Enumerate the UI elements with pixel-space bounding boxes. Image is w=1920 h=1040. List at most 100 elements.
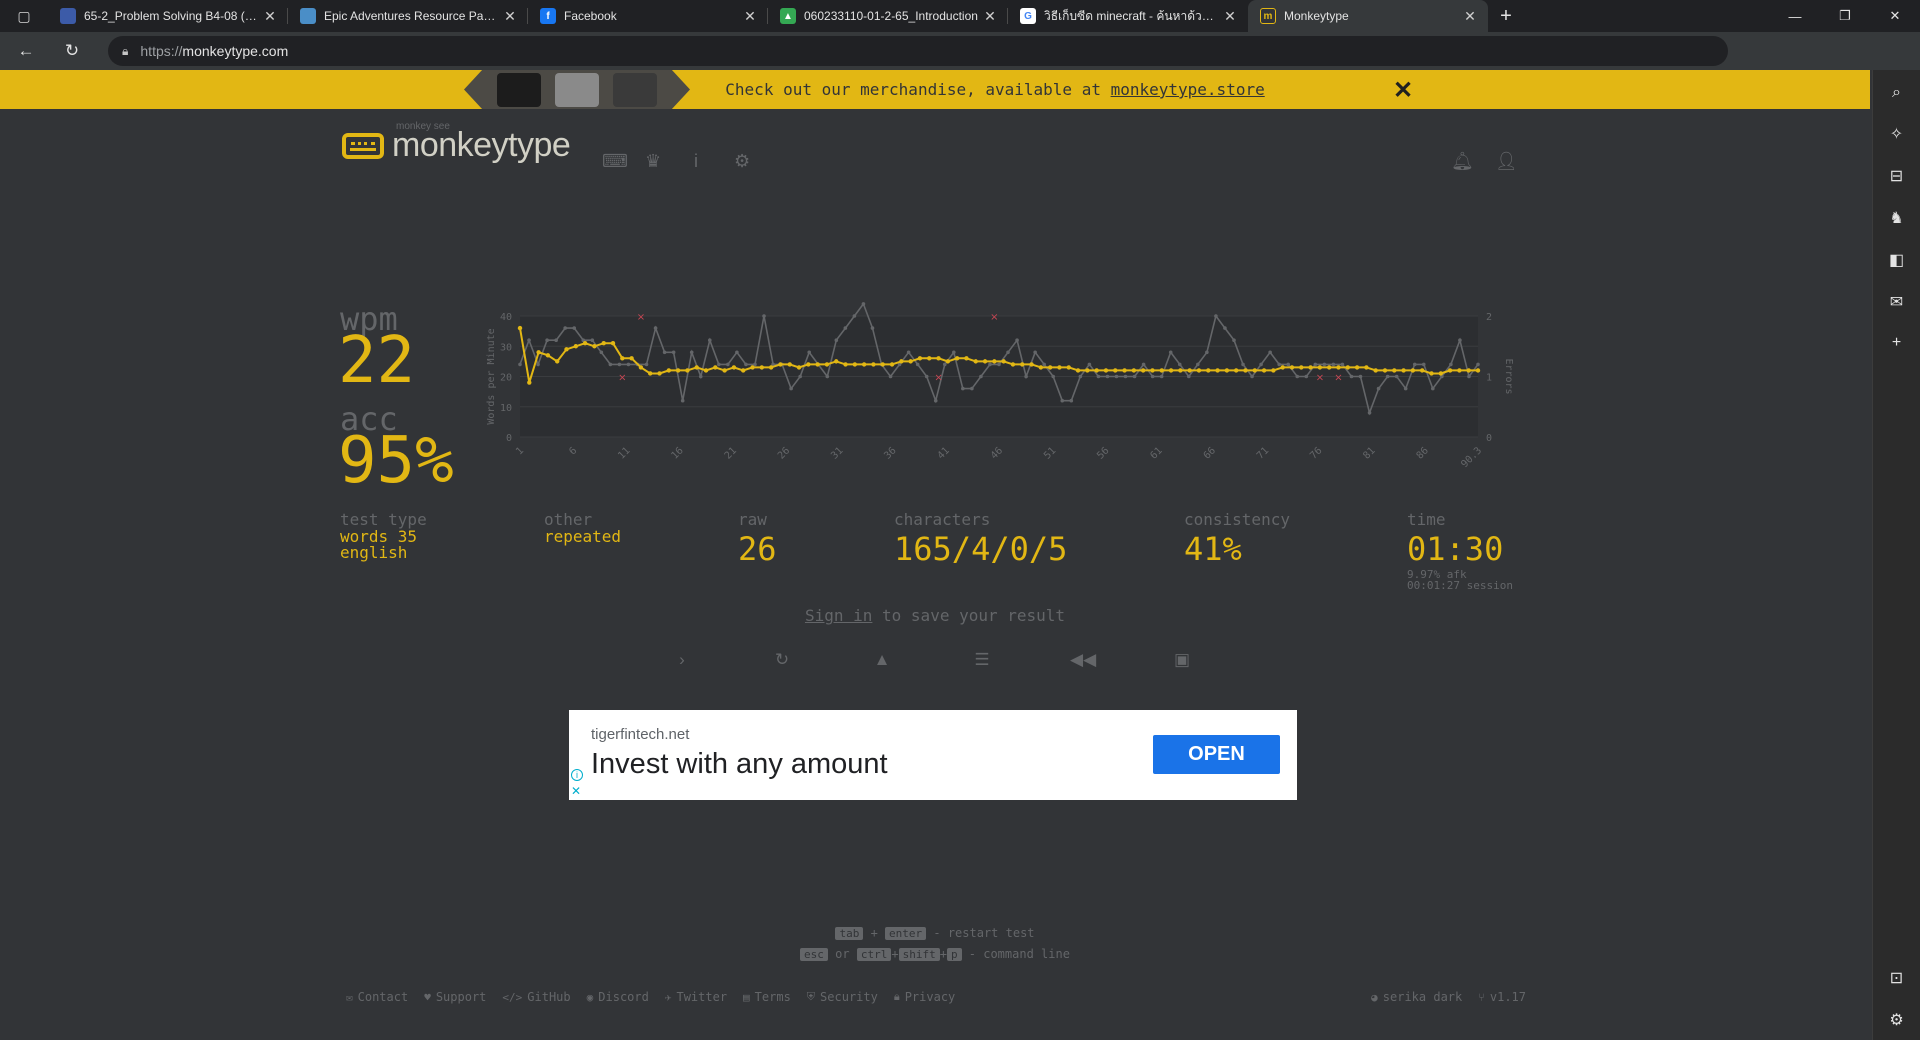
acc-value: 95% bbox=[338, 424, 454, 498]
browser-tab[interactable]: Epic Adventures Resource Pack 1 ✕ bbox=[288, 0, 528, 32]
shirt-dark bbox=[613, 72, 657, 107]
signin-link[interactable]: Sign in bbox=[805, 606, 872, 625]
series-point-raw bbox=[1159, 374, 1164, 379]
series-point-raw bbox=[1250, 374, 1254, 379]
series-point-wpm bbox=[1317, 365, 1323, 370]
crown-icon[interactable]: ♛ bbox=[645, 151, 661, 172]
series-point-wpm bbox=[1215, 368, 1220, 373]
key-tab: tab bbox=[835, 927, 864, 940]
repeat-test-icon[interactable]: ↻ bbox=[770, 650, 794, 670]
footer-twitter[interactable]: ✈ Twitter bbox=[665, 990, 727, 1004]
url-field[interactable]: 🔒︎ https://monkeytype.com bbox=[108, 36, 1728, 66]
series-point-raw bbox=[1141, 362, 1146, 367]
ad-open-button[interactable]: OPEN bbox=[1153, 735, 1280, 774]
refresh-icon[interactable]: ↻ bbox=[52, 35, 92, 67]
x-tick-label: 56 bbox=[1095, 445, 1111, 461]
minimize-icon[interactable]: — bbox=[1770, 0, 1820, 32]
series-point-wpm bbox=[685, 368, 690, 373]
account-icon[interactable]: 👤︎ bbox=[1495, 151, 1518, 172]
ad-info-icon[interactable]: i bbox=[571, 769, 583, 781]
show-words-history-icon[interactable]: ☰ bbox=[970, 650, 994, 670]
close-icon[interactable]: ✕ bbox=[1393, 76, 1413, 105]
series-point-raw bbox=[572, 326, 577, 330]
settings-gear-icon[interactable]: ⚙ bbox=[734, 151, 750, 172]
discover-icon[interactable]: ✧ bbox=[1890, 124, 1903, 144]
search-icon[interactable]: ⌕ bbox=[1892, 84, 1901, 102]
series-point-wpm bbox=[536, 350, 541, 355]
series-point-raw bbox=[1114, 374, 1119, 379]
outlook-icon[interactable]: ✉ bbox=[1890, 292, 1903, 312]
restore-icon[interactable]: ❐ bbox=[1820, 0, 1870, 32]
notification-bell-icon[interactable]: 🔔︎ bbox=[1451, 151, 1474, 172]
wpm-chart[interactable]: 0 10 20 30 40 0 1 2 Words per Minute Errors 1 6 11 16… bbox=[470, 296, 1520, 481]
add-icon[interactable]: + bbox=[1892, 334, 1901, 352]
series-point-wpm bbox=[1308, 365, 1313, 370]
ad-headline[interactable]: Invest with any amount bbox=[591, 748, 888, 781]
browser-tab[interactable]: G วิธีเก็บซีด minecraft - ค้นหาด้วย Goo ✕ bbox=[1008, 0, 1248, 32]
tab-title: วิธีเก็บซีด minecraft - ค้นหาด้วย Goo bbox=[1044, 8, 1220, 23]
y2-tick-label: 2 bbox=[1486, 312, 1492, 323]
tab-close-icon[interactable]: ✕ bbox=[1460, 8, 1480, 25]
series-point-wpm bbox=[545, 353, 551, 358]
watch-replay-icon[interactable]: ◀◀ bbox=[1070, 650, 1096, 670]
theme-button[interactable]: ◕ serika dark bbox=[1371, 990, 1462, 1004]
office-icon[interactable]: ◧ bbox=[1889, 250, 1904, 270]
series-point-raw bbox=[789, 386, 793, 391]
signin-line: Sign in to save your result bbox=[0, 606, 1870, 625]
series-point-raw bbox=[861, 302, 866, 306]
browser-tab[interactable]: m Monkeytype ✕ bbox=[1248, 0, 1488, 32]
footer-support[interactable]: ♥ Support bbox=[424, 990, 486, 1004]
theme-name: serika dark bbox=[1382, 990, 1463, 1004]
series-point-raw bbox=[1467, 374, 1471, 379]
x-tick-label: 86 bbox=[1415, 445, 1431, 461]
tab-close-icon[interactable]: ✕ bbox=[500, 8, 520, 25]
save-screenshot-icon[interactable]: ▣ bbox=[1170, 650, 1194, 670]
advertisement[interactable]: tigerfintech.net Invest with any amount … bbox=[569, 710, 1297, 800]
series-point-raw bbox=[1051, 374, 1056, 379]
key-esc: esc bbox=[800, 948, 828, 961]
tab-close-icon[interactable]: ✕ bbox=[740, 8, 760, 25]
version-button[interactable]: ⑂ v1.17 bbox=[1478, 990, 1526, 1004]
merch-image[interactable] bbox=[464, 70, 690, 109]
close-window-icon[interactable]: ✕ bbox=[1870, 0, 1920, 32]
keyboard-logo-icon bbox=[342, 133, 384, 159]
footer-github[interactable]: </> GitHub bbox=[502, 990, 570, 1004]
sidebar-toggle-icon[interactable]: ⊡ bbox=[1890, 968, 1903, 988]
series-point-wpm bbox=[954, 356, 960, 361]
ad-close-icon[interactable]: ✕ bbox=[571, 784, 581, 798]
tab-title: Facebook bbox=[564, 9, 617, 23]
series-point-wpm bbox=[1382, 368, 1388, 373]
error-marker: × bbox=[1334, 373, 1342, 384]
footer-discord[interactable]: ◉ Discord bbox=[587, 990, 649, 1004]
series-point-wpm bbox=[1178, 368, 1183, 373]
tab-close-icon[interactable]: ✕ bbox=[980, 8, 1000, 25]
browser-tab[interactable]: 65-2_Problem Solving B4-08 (09: ✕ bbox=[48, 0, 288, 32]
keyboard-icon[interactable]: ⌨ bbox=[602, 151, 628, 172]
tab-actions-icon[interactable]: ▢ bbox=[0, 0, 48, 32]
footer-privacy[interactable]: 🔒︎ Privacy bbox=[894, 990, 955, 1004]
footer-terms[interactable]: ▤ Terms bbox=[743, 990, 791, 1004]
browser-tab[interactable]: ▲ 060233110-01-2-65_Introduction ✕ bbox=[768, 0, 1008, 32]
series-point-wpm bbox=[1233, 368, 1239, 373]
info-icon[interactable]: i bbox=[694, 151, 698, 172]
tab-close-icon[interactable]: ✕ bbox=[260, 8, 280, 25]
store-link[interactable]: monkeytype.store bbox=[1111, 80, 1265, 99]
browser-tab[interactable]: f Facebook ✕ bbox=[528, 0, 768, 32]
tab-close-icon[interactable]: ✕ bbox=[1220, 8, 1240, 25]
series-point-raw bbox=[518, 362, 522, 367]
series-point-raw bbox=[563, 326, 567, 330]
practice-mistakes-icon[interactable]: ▲ bbox=[870, 650, 894, 670]
new-tab-button[interactable]: + bbox=[1488, 0, 1524, 32]
footer-contact[interactable]: ✉ Contact bbox=[346, 990, 408, 1004]
series-point-wpm bbox=[759, 365, 765, 370]
logo[interactable]: monkey see monkeytype bbox=[342, 121, 571, 167]
series-point-raw bbox=[997, 362, 1001, 367]
footer-security[interactable]: ⛨ Security bbox=[807, 990, 878, 1004]
settings-icon[interactable]: ⚙ bbox=[1889, 1010, 1903, 1030]
next-test-icon[interactable]: › bbox=[670, 650, 694, 670]
footer-support-label: Support bbox=[435, 990, 487, 1004]
games-icon[interactable]: ♞ bbox=[1889, 208, 1903, 228]
tools-icon[interactable]: ⊟ bbox=[1890, 166, 1903, 186]
series-point-wpm bbox=[880, 362, 885, 367]
back-icon[interactable]: ← bbox=[6, 35, 46, 67]
